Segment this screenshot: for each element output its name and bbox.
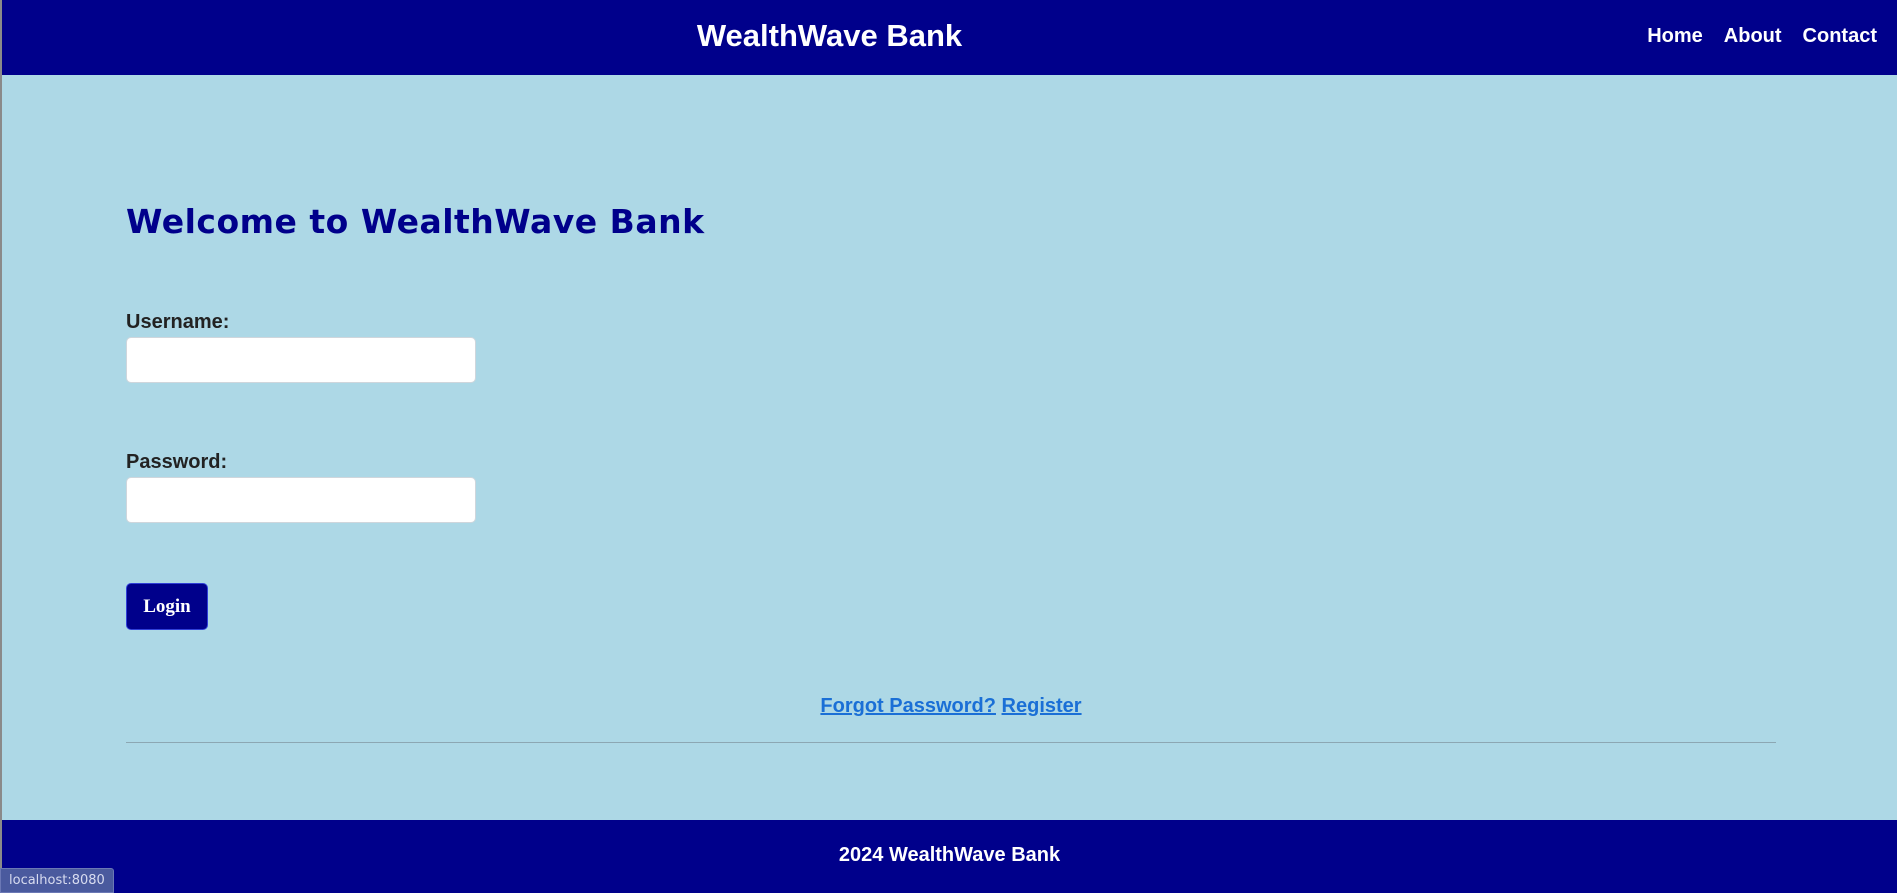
password-label: Password: xyxy=(126,451,228,473)
username-input[interactable] xyxy=(126,337,476,383)
window-left-edge xyxy=(0,0,2,893)
site-header: WealthWave Bank Home About Contact xyxy=(2,0,1897,75)
nav-home-link[interactable]: Home xyxy=(1647,25,1703,48)
nav-contact-link[interactable]: Contact xyxy=(1803,25,1877,48)
login-section: Welcome to WealthWave Bank Username: Pas… xyxy=(126,75,1776,820)
forgot-password-link[interactable]: Forgot Password? xyxy=(820,695,996,717)
register-link[interactable]: Register xyxy=(1002,695,1082,717)
main-nav: Home About Contact xyxy=(1647,0,1877,72)
page-title: Welcome to WealthWave Bank xyxy=(126,202,705,241)
username-label: Username: xyxy=(126,311,230,333)
account-links: Forgot Password? Register xyxy=(126,695,1776,718)
brand-title: WealthWave Bank xyxy=(696,18,963,53)
footer-text: 2024 WealthWave Bank xyxy=(838,844,1061,866)
browser-status-url: localhost:8080 xyxy=(0,868,114,893)
password-input[interactable] xyxy=(126,477,476,523)
divider xyxy=(126,742,1776,743)
login-button[interactable]: Login xyxy=(126,583,208,630)
nav-about-link[interactable]: About xyxy=(1724,25,1782,48)
site-footer: 2024 WealthWave Bank xyxy=(2,820,1897,893)
